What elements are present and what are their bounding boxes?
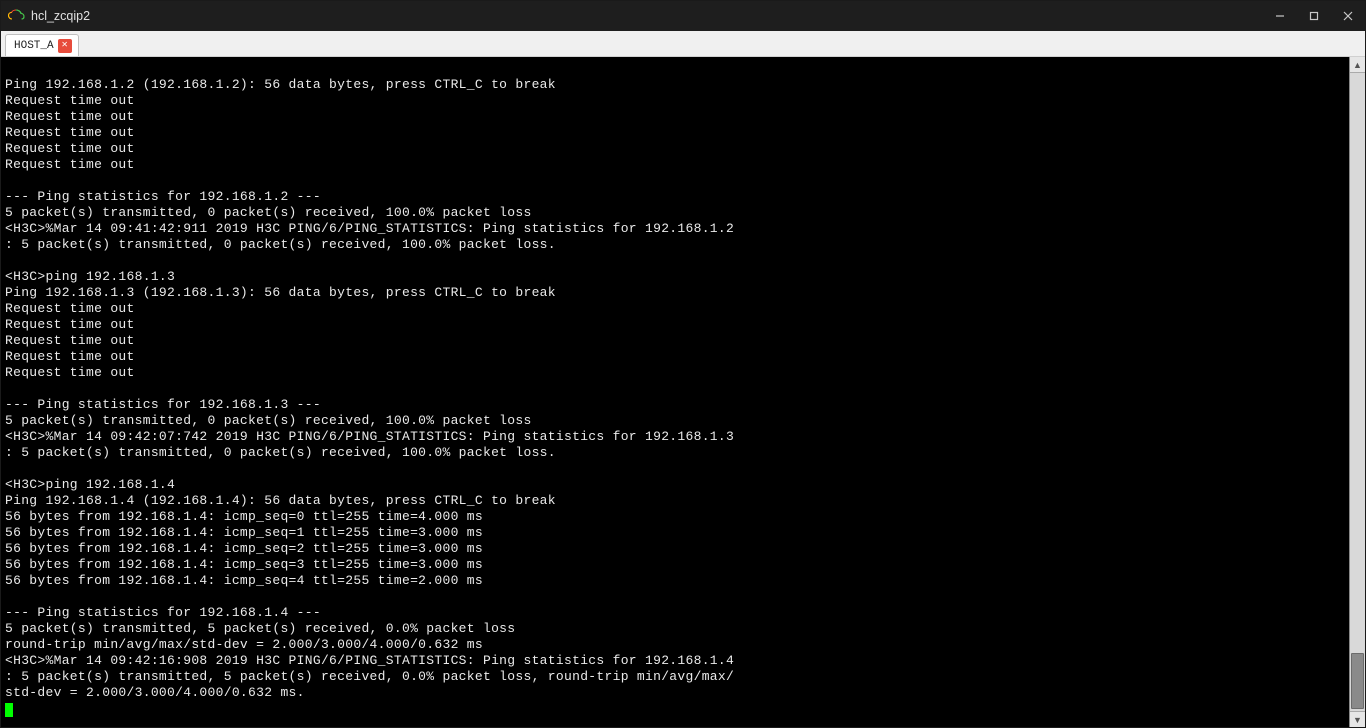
terminal-wrapper: Ping 192.168.1.2 (192.168.1.2): 56 data …	[1, 57, 1365, 727]
titlebar[interactable]: hcl_zcqip2	[1, 1, 1365, 31]
close-button[interactable]	[1331, 1, 1365, 31]
vertical-scrollbar[interactable]: ▲ ▼	[1349, 57, 1365, 727]
scrollbar-track[interactable]	[1350, 73, 1365, 711]
scroll-down-arrow-icon[interactable]: ▼	[1350, 711, 1365, 727]
app-logo-icon	[7, 7, 25, 25]
tab-strip: HOST_A ✕	[1, 31, 1365, 57]
minimize-button[interactable]	[1263, 1, 1297, 31]
terminal-output[interactable]: Ping 192.168.1.2 (192.168.1.2): 56 data …	[1, 57, 1349, 727]
tab-close-icon[interactable]: ✕	[58, 39, 72, 53]
app-window: hcl_zcqip2 HOST_A ✕ Ping 192.168.1.2 (19…	[0, 0, 1366, 728]
tab-label: HOST_A	[14, 40, 54, 52]
scroll-up-arrow-icon[interactable]: ▲	[1350, 57, 1365, 73]
scrollbar-thumb[interactable]	[1351, 653, 1364, 709]
window-controls	[1263, 1, 1365, 31]
tab-host-a[interactable]: HOST_A ✕	[5, 34, 79, 56]
maximize-button[interactable]	[1297, 1, 1331, 31]
terminal-cursor	[5, 703, 13, 717]
window-title: hcl_zcqip2	[31, 9, 90, 23]
